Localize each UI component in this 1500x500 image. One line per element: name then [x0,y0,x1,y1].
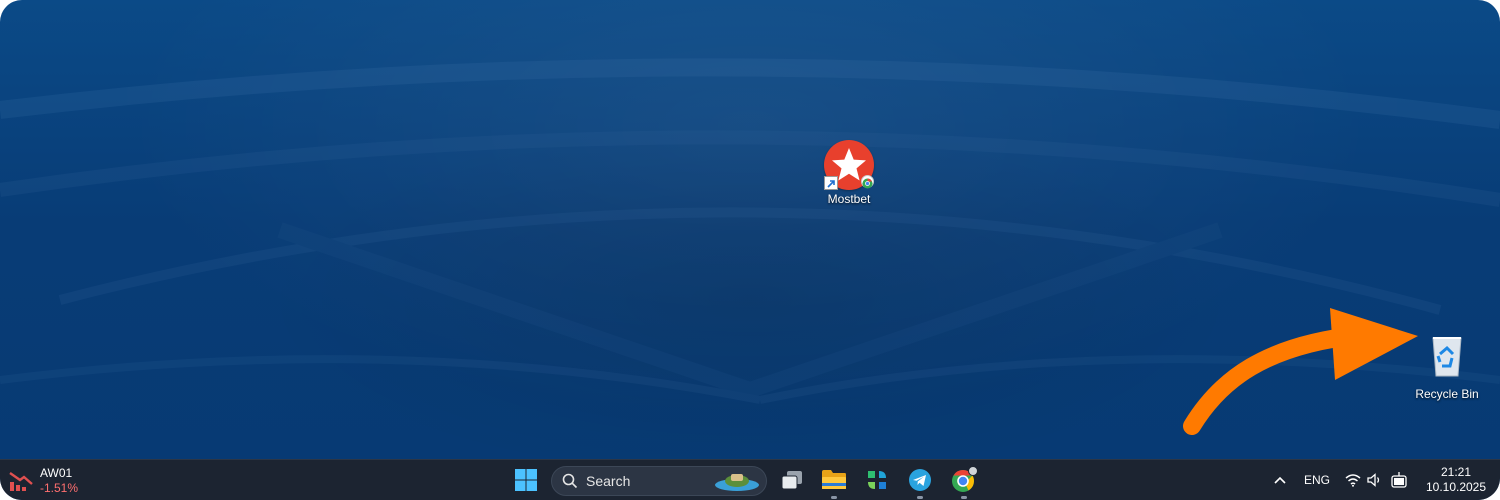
stock-change: -1.51% [40,481,79,495]
volume-icon [1367,473,1380,487]
volume-status[interactable] [1366,460,1384,500]
file-explorer-button[interactable] [818,460,850,500]
language-indicator[interactable]: ENG [1300,460,1334,500]
stock-down-icon [9,472,33,491]
battery-status[interactable] [1390,460,1410,500]
chrome-icon [952,466,978,492]
battery-icon [1391,472,1407,488]
clock-date: 10.10.2025 [1425,480,1487,494]
running-indicator [961,496,967,499]
show-hidden-icons-button[interactable] [1270,460,1290,500]
task-view-icon [781,471,802,490]
running-indicator [831,496,837,499]
search-highlight-icon [715,474,759,491]
taskbar-search-box[interactable]: Search [551,466,767,496]
shortcut-arrow-icon [824,176,838,190]
stock-widget[interactable]: AW01 -1.51% [8,464,98,498]
chrome-button[interactable] [948,460,980,500]
wifi-icon [1345,474,1361,487]
running-indicator [917,496,923,499]
task-view-button[interactable] [776,460,808,500]
stock-symbol: AW01 [40,466,73,480]
telegram-icon [909,469,931,491]
copilot-button[interactable] [861,460,893,500]
desktop-screen: Mostbet Recycle Bin AW01 -1.51% Search E… [0,0,1500,500]
file-explorer-icon [822,470,846,489]
search-icon [562,473,578,489]
start-button[interactable] [510,460,542,500]
windows-start-icon [515,469,537,491]
mostbet-star-icon [824,140,874,190]
search-placeholder: Search [586,473,631,489]
chrome-badge-icon [861,175,874,189]
clock-time: 21:21 [1440,465,1472,479]
telegram-button[interactable] [904,460,936,500]
wifi-status[interactable] [1344,460,1362,500]
show-hidden-chevron-icon [1274,476,1286,484]
taskbar-clock[interactable]: 21:21 10.10.2025 [1418,460,1494,500]
taskbar: AW01 -1.51% Search ENG 21:21 10.10.2025 [0,459,1500,500]
desktop-icon-mostbet[interactable]: Mostbet [804,140,894,206]
copilot-icon [868,471,886,489]
annotation-arrow-icon [1183,308,1418,435]
mostbet-label: Mostbet [827,192,871,206]
